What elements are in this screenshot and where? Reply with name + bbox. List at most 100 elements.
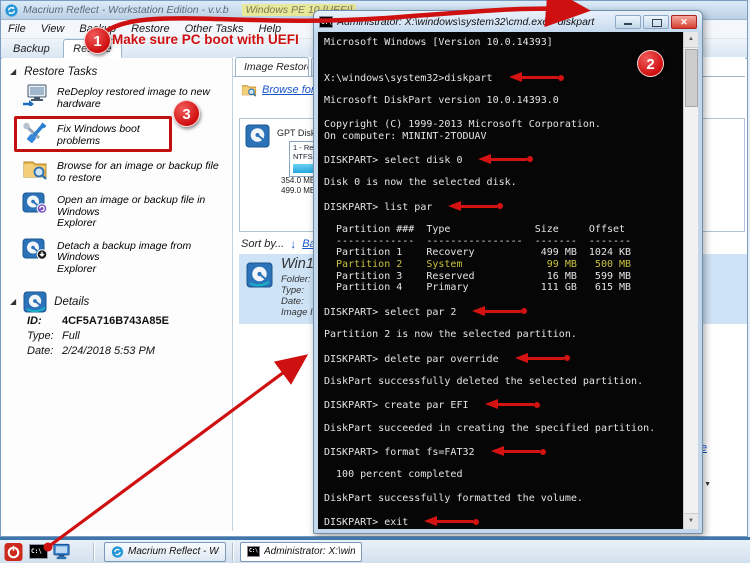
console-line [324,189,682,201]
restore-tasks-panel: ◢ Restore Tasks ReDeploy restored image … [2,58,233,531]
tab-image-restore[interactable]: Image Restore [235,57,309,76]
console-line: DISKPART> format fs=FAT32 [324,446,682,458]
console-line: Partition 4 Primary 111 GB 615 MB [324,282,682,294]
console-line [324,142,682,154]
console-lines: Microsoft Windows [Version 10.0.14393] X… [324,37,682,528]
date-value: 2/24/2018 5:53 PM [62,345,155,357]
sidebar-item-detach-image[interactable]: Detach a backup image from WindowsExplor… [2,234,232,280]
details-label: Details [54,296,89,308]
window-controls: ✕ [615,15,697,29]
window-title: Macrium Reflect - Workstation Edition - … [23,4,229,16]
gpt-disk-icon [245,124,271,148]
details-disk-icon [23,291,47,312]
menu-item-file[interactable]: File [8,23,26,35]
console-output: Microsoft Windows [Version 10.0.14393] X… [318,32,698,529]
tab-backup[interactable]: Backup [4,40,59,57]
cmd-icon: C:\ [247,546,260,557]
console-line [324,60,682,72]
red-arrow-icon [509,72,565,83]
scroll-up-arrow[interactable]: ▲ [684,32,698,48]
detail-row-date: Date: 2/24/2018 5:53 PM [2,345,232,357]
restore-tasks-header[interactable]: ◢ Restore Tasks [2,64,232,80]
detach-image-icon [22,238,48,260]
red-arrow-icon [491,446,547,457]
console-line: DiskPart successfully formatted the volu… [324,493,682,505]
red-arrow-icon [515,353,571,364]
console-line: DISKPART> exit [324,516,682,528]
annotation-box-step3: Fix Windows boot problems [14,116,172,152]
annotation-note: Make sure PC boot with UEFI [112,32,299,47]
console-line [324,294,682,306]
power-icon[interactable] [4,543,23,561]
console-line: On computer: MININT-2TODUAV [324,131,682,143]
step-badge-2: 2 [637,50,664,77]
step-badge-3: 3 [173,100,200,127]
console-line: DiskPart successfully deleted the select… [324,376,682,388]
console-line: DISKPART> list par [324,201,682,213]
details-header[interactable]: ◢ Details [2,291,232,312]
console-line: DISKPART> select par 2 [324,306,682,318]
sort-by-label[interactable]: Sort by... [241,238,284,250]
scroll-thumb[interactable] [685,49,698,107]
cmd-icon: C:\ [319,16,333,28]
computer-icon[interactable] [52,543,71,561]
sidebar-item-browse-restore[interactable]: Browse for an image or backup file to re… [2,154,232,188]
console-line: 100 percent completed [324,469,682,481]
taskbar-separator [232,543,234,561]
taskbar-button-cmd[interactable]: C:\ Administrator: X:\win... [240,542,362,562]
console-line: Copyright (C) 1999-2013 Microsoft Corpor… [324,119,682,131]
browse-folder-icon [22,158,48,180]
close-button[interactable]: ✕ [671,15,697,29]
cmd-titlebar[interactable]: C:\ Administrator: X:\windows\system32\c… [314,11,702,32]
red-arrow-icon [424,516,480,527]
console-line [324,212,682,224]
taskbar-separator [93,543,95,561]
dropdown-arrow-icon: ▼ [704,481,711,488]
sidebar-item-label: Detach a backup image from WindowsExplor… [57,238,228,276]
console-line [324,364,682,376]
console-line: ------------- ---------------- ------- -… [324,236,682,248]
console-line: Microsoft DiskPart version 10.0.14393.0 [324,95,682,107]
expander-icon[interactable]: ◢ [10,298,16,306]
sort-row: Sort by... ↓ Bac [241,237,321,251]
console-line: Partition ### Type Size Offset [324,224,682,236]
type-value: Full [62,330,80,342]
console-line [324,166,682,178]
sidebar-item-fix-boot-problems[interactable]: Fix Windows boot problems [17,119,169,149]
console-line: Partition 1 Recovery 499 MB 1024 KB [324,247,682,259]
maximize-button[interactable] [643,15,669,29]
console-line [324,341,682,353]
browse-image-link-row[interactable]: Browse for a [241,83,324,97]
console-line [324,481,682,493]
sort-direction-icon[interactable]: ↓ [290,237,296,251]
sidebar-item-label: Fix Windows boot problems [57,121,167,147]
taskbar: C:\ Macrium Reflect - Wo... C:\ Administ… [0,537,750,563]
macrium-app-icon [5,4,18,17]
console-scrollbar[interactable]: ▲ ▼ [683,32,698,529]
scroll-down-arrow[interactable]: ▼ [684,513,698,529]
menu-item-view[interactable]: View [41,23,65,35]
console-line: Partition 3 Reserved 16 MB 599 MB [324,271,682,283]
minimize-button[interactable] [615,15,641,29]
taskbar-button-macrium[interactable]: Macrium Reflect - Wo... [104,542,226,562]
cmd-window-title: Administrator: X:\windows\system32\cmd.e… [337,16,607,28]
console-line [324,411,682,423]
console-line [324,505,682,517]
sidebar-item-label: Browse for an image or backup file to re… [57,158,228,184]
open-image-icon [22,192,48,214]
sidebar-item-open-image[interactable]: Open an image or backup file in WindowsE… [2,188,232,234]
console-line [324,107,682,119]
restore-tasks-label: Restore Tasks [24,66,97,78]
cmd-quicklaunch-icon[interactable]: C:\ [29,544,48,559]
partition-sizes: 354.0 MB 499.0 MB [281,176,315,195]
step-badge-1: 1 [84,27,111,54]
sidebar-item-label: ReDeploy restored image to new hardware [57,84,228,110]
console-line: Partition 2 is now the selected partitio… [324,329,682,341]
console-line [324,84,682,96]
date-label: Date: [27,345,62,357]
id-label: ID: [27,315,62,327]
console-line: DISKPART> select disk 0 [324,154,682,166]
console-line: Partition 2 System 99 MB 500 MB [324,259,682,271]
expander-icon[interactable]: ◢ [10,68,16,76]
redeploy-icon [22,84,48,106]
